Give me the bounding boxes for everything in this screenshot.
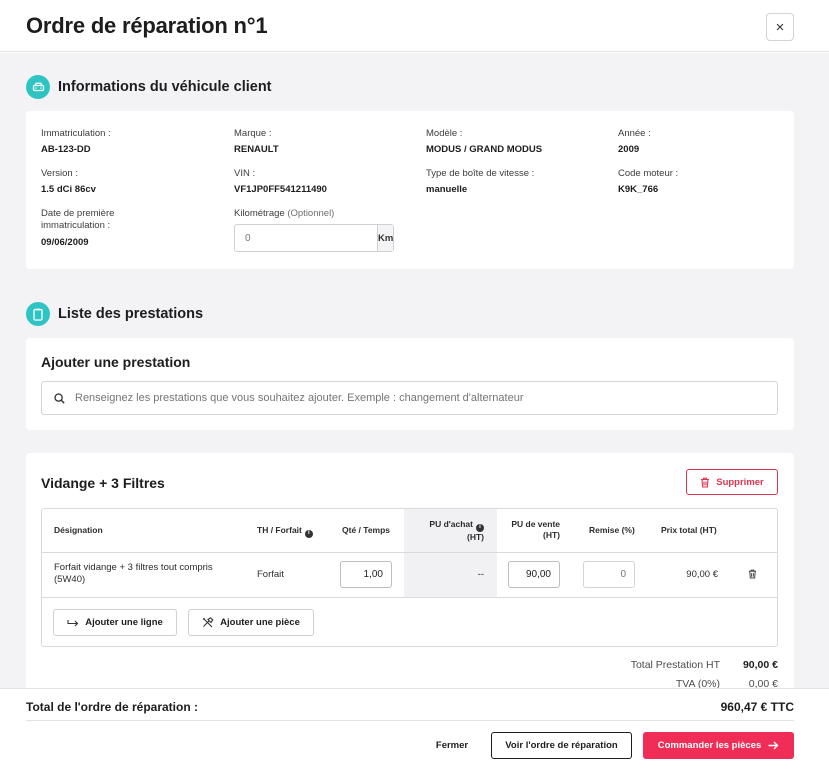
search-icon xyxy=(54,392,65,404)
info-icon[interactable]: i xyxy=(304,529,313,538)
footer-divider xyxy=(26,720,794,721)
total-ht-label: Total Prestation HT xyxy=(630,659,720,671)
col-pu-achat-line2: (HT) xyxy=(467,531,484,542)
row-designation: Forfait vidange + 3 filtres tout compris… xyxy=(54,562,213,585)
close-icon: × xyxy=(775,18,785,36)
annee-label: Année : xyxy=(618,128,651,139)
delete-prestation-label: Supprimer xyxy=(716,476,764,488)
info-icon[interactable]: i xyxy=(476,523,484,532)
add-line-label: Ajouter une ligne xyxy=(85,617,163,628)
col-remise: Remise (%) xyxy=(589,525,635,535)
col-pu-vente: PU de vente (HT) xyxy=(494,519,560,541)
prestation-search xyxy=(41,381,778,415)
vin-value: VF1JP0FF541211490 xyxy=(234,184,327,195)
modal-footer: Total de l'ordre de réparation : 960,47 … xyxy=(0,688,829,777)
prestation-table: Désignation TH / Forfait i Qté / Temps PU… xyxy=(41,508,778,647)
annee-value: 2009 xyxy=(618,144,640,155)
version-value: 1.5 dCi 86cv xyxy=(41,184,96,195)
table-row: Forfait vidange + 3 filtres tout compris… xyxy=(42,553,777,598)
add-prestation-card: Ajouter une prestation xyxy=(26,338,794,430)
add-part-button[interactable]: Ajouter une pièce xyxy=(188,609,314,636)
prestations-section-title: Liste des prestations xyxy=(58,306,204,322)
pu-vente-input[interactable] xyxy=(508,561,560,588)
add-part-label: Ajouter une pièce xyxy=(220,617,300,628)
tools-icon xyxy=(202,617,214,628)
vehicle-section-header: Informations du véhicule client xyxy=(26,75,272,99)
prestation-title: Vidange + 3 Filtres xyxy=(41,475,165,491)
kilometrage-label: Kilométrage (Optionnel) xyxy=(234,208,334,220)
arrow-right-icon xyxy=(768,741,779,750)
trash-icon xyxy=(701,477,710,488)
marque-label: Marque : xyxy=(234,128,272,139)
date-immat-value: 09/06/2009 xyxy=(41,237,89,248)
table-header: Désignation TH / Forfait i Qté / Temps PU… xyxy=(42,509,777,553)
version-label: Version : xyxy=(41,168,78,179)
vin-label: VIN : xyxy=(234,168,256,179)
code-moteur-label: Code moteur : xyxy=(618,168,679,179)
col-pu-vente-line1: PU de vente xyxy=(511,519,560,529)
boite-label: Type de boîte de vitesse : xyxy=(426,168,535,179)
col-pu-vente-line2: (HT) xyxy=(543,530,560,540)
modele-label: Modèle : xyxy=(426,128,463,139)
trash-icon xyxy=(748,569,757,579)
col-pu-achat-label: PU d'achat xyxy=(429,519,473,529)
date-immat-label: Date de première immatriculation : xyxy=(41,208,115,231)
tva-value: 0,00 € xyxy=(748,678,778,688)
delete-prestation-button[interactable]: Supprimer xyxy=(686,469,778,495)
immatriculation-value: AB-123-DD xyxy=(41,144,91,155)
modele-value: MODUS / GRAND MODUS xyxy=(426,144,543,155)
page-title: Ordre de réparation n°1 xyxy=(26,13,268,38)
col-qte: Qté / Temps xyxy=(342,525,391,535)
return-arrow-icon xyxy=(67,619,79,626)
tva-label: TVA (0%) xyxy=(675,678,720,688)
modal-body[interactable]: Informations du véhicule client Immatric… xyxy=(0,53,829,688)
row-th-forfait: Forfait xyxy=(257,569,284,580)
col-designation: Désignation xyxy=(54,525,103,535)
delete-row-button[interactable] xyxy=(748,569,757,579)
row-pu-achat: -- xyxy=(477,569,484,580)
order-total-value: 960,47 € TTC xyxy=(720,700,794,714)
total-ht-value: 90,00 € xyxy=(742,659,778,671)
kilometrage-input[interactable] xyxy=(235,225,377,251)
order-parts-label: Commander les pièces xyxy=(657,740,762,751)
order-total-label: Total de l'ordre de réparation : xyxy=(26,700,198,714)
col-pu-achat-line1: PU d'achat i xyxy=(414,519,484,532)
remise-input[interactable] xyxy=(583,561,635,588)
vehicle-section-title: Informations du véhicule client xyxy=(58,79,272,95)
prestation-search-input[interactable] xyxy=(75,392,777,404)
kilometrage-unit: Km xyxy=(377,225,394,251)
row-prix-total: 90,00 € xyxy=(686,569,718,580)
clipboard-icon xyxy=(26,302,50,326)
col-th-forfait: TH / Forfait i xyxy=(257,525,313,538)
boite-value: manuelle xyxy=(426,184,468,195)
marque-value: RENAULT xyxy=(234,144,279,155)
add-line-button[interactable]: Ajouter une ligne xyxy=(53,609,177,636)
modal-header: Ordre de réparation n°1 × xyxy=(0,0,829,52)
kilometrage-field: Km xyxy=(234,224,394,252)
col-th-forfait-label: TH / Forfait xyxy=(257,525,302,535)
code-moteur-value: K9K_766 xyxy=(618,184,659,195)
kilometrage-label-text: Kilométrage xyxy=(234,208,285,219)
quantity-input[interactable] xyxy=(340,561,392,588)
close-modal-button[interactable]: Fermer xyxy=(423,732,481,759)
add-prestation-title: Ajouter une prestation xyxy=(41,354,191,370)
col-prix-total: Prix total (HT) xyxy=(661,525,717,535)
view-order-button[interactable]: Voir l'ordre de réparation xyxy=(491,732,632,759)
vehicle-info-card: Immatriculation : AB-123-DD Marque : REN… xyxy=(26,111,794,269)
prestation-card: Vidange + 3 Filtres Supprimer Désignatio… xyxy=(26,453,794,688)
kilometrage-optional: (Optionnel) xyxy=(287,208,335,219)
col-pu-achat: PU d'achat i (HT) xyxy=(414,519,484,543)
car-icon xyxy=(26,75,50,99)
close-button[interactable]: × xyxy=(766,13,794,41)
immatriculation-label: Immatriculation : xyxy=(41,128,111,139)
order-parts-button[interactable]: Commander les pièces xyxy=(643,732,794,759)
prestations-section-header: Liste des prestations xyxy=(26,302,203,326)
